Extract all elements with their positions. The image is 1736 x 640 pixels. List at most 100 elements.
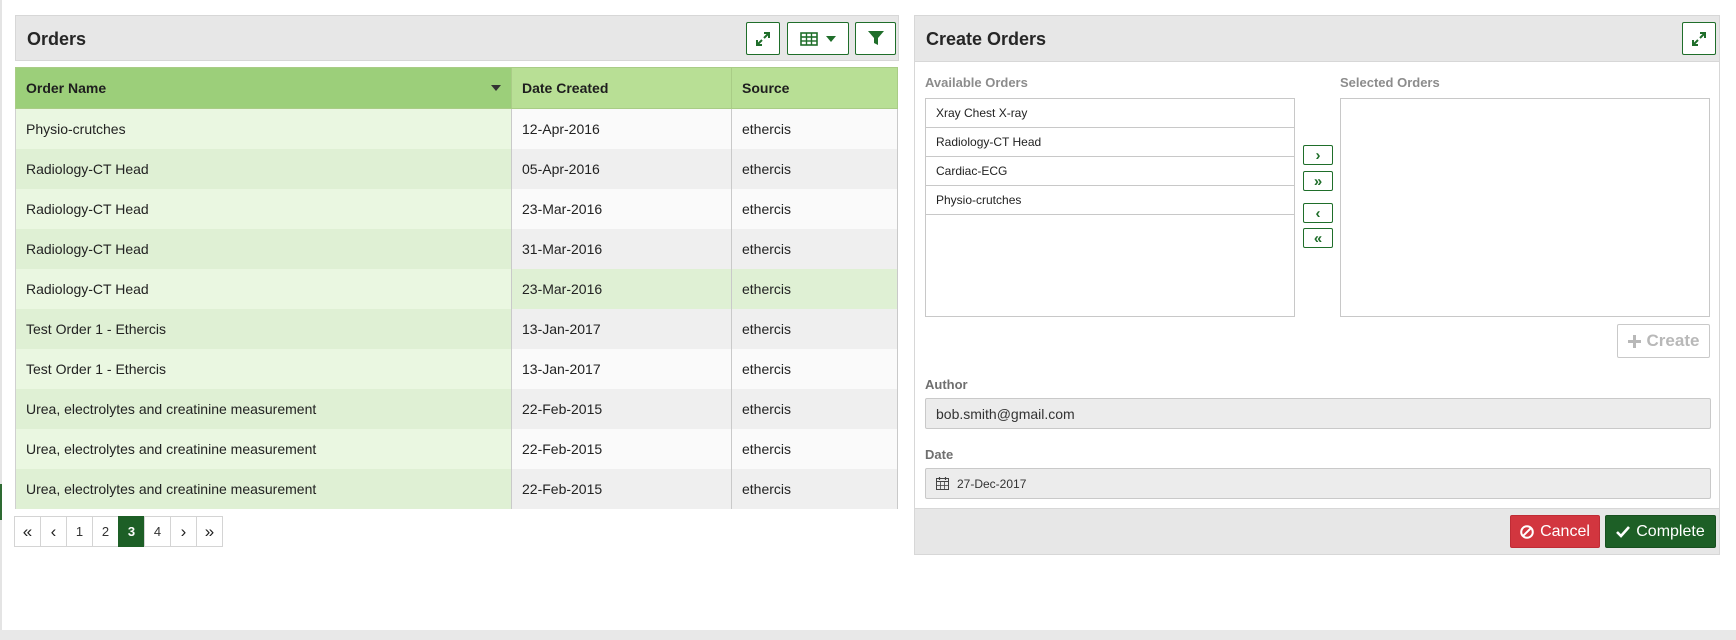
table-row[interactable]: Radiology-CT Head 23-Mar-2016 ethercis (15, 188, 898, 229)
order-name-cell: Urea, electrolytes and creatinine measur… (15, 388, 512, 429)
available-orders-list[interactable]: Xray Chest X-ray Radiology-CT Head Cardi… (925, 98, 1295, 317)
expand-button[interactable] (1682, 22, 1716, 55)
move-one-right-button[interactable]: › (1303, 145, 1333, 165)
date-created-cell: 12-Apr-2016 (511, 108, 732, 149)
bottom-scrollbar-track (0, 630, 1736, 640)
selected-orders-list[interactable] (1340, 98, 1710, 317)
list-item[interactable]: Radiology-CT Head (926, 128, 1294, 157)
expand-icon (756, 31, 770, 46)
table-row[interactable]: Test Order 1 - Ethercis 13-Jan-2017 ethe… (15, 348, 898, 389)
date-created-cell: 22-Feb-2015 (511, 388, 732, 429)
table-row[interactable]: Radiology-CT Head 31-Mar-2016 ethercis (15, 228, 898, 269)
move-all-right-button[interactable]: » (1303, 171, 1333, 191)
date-created-cell: 13-Jan-2017 (511, 308, 732, 349)
list-item[interactable]: Xray Chest X-ray (926, 99, 1294, 128)
source-cell: ethercis (731, 428, 898, 469)
cancel-button-label: Cancel (1540, 522, 1590, 540)
author-value: bob.smith@gmail.com (936, 405, 1075, 422)
page-4-button[interactable]: 4 (144, 516, 171, 547)
date-value: 27-Dec-2017 (957, 476, 1027, 491)
create-button[interactable]: Create (1617, 324, 1710, 358)
order-name-cell: Physio-crutches (15, 108, 512, 149)
create-orders-title: Create Orders (926, 29, 1047, 49)
page-last-button[interactable]: » (196, 516, 223, 547)
source-cell: ethercis (731, 468, 898, 509)
sort-desc-icon (491, 85, 501, 91)
order-name-cell: Test Order 1 - Ethercis (15, 308, 512, 349)
create-button-label: Create (1646, 331, 1700, 350)
source-cell: ethercis (731, 388, 898, 429)
table-row[interactable]: Radiology-CT Head 23-Mar-2016 ethercis (15, 268, 898, 309)
page-prev-button[interactable]: ‹ (40, 516, 67, 547)
order-name-cell: Radiology-CT Head (15, 268, 512, 309)
source-cell: ethercis (731, 308, 898, 349)
table-row[interactable]: Radiology-CT Head 05-Apr-2016 ethercis (15, 148, 898, 189)
order-name-cell: Radiology-CT Head (15, 148, 512, 189)
order-name-cell: Test Order 1 - Ethercis (15, 348, 512, 389)
author-label: Author (925, 377, 968, 392)
table-row[interactable]: Urea, electrolytes and creatinine measur… (15, 388, 898, 429)
page-2-button[interactable]: 2 (92, 516, 119, 547)
column-header-label: Date Created (522, 80, 609, 96)
column-header-date-created[interactable]: Date Created (511, 67, 732, 109)
pagination: « ‹ 1 2 3 4 › » (14, 516, 223, 547)
source-cell: ethercis (731, 188, 898, 229)
source-cell: ethercis (731, 108, 898, 149)
date-created-cell: 22-Feb-2015 (511, 468, 732, 509)
complete-button[interactable]: Complete (1605, 515, 1716, 548)
plus-icon (1627, 334, 1641, 348)
page-first-button[interactable]: « (14, 516, 41, 547)
source-cell: ethercis (731, 148, 898, 189)
table-row[interactable]: Test Order 1 - Ethercis 13-Jan-2017 ethe… (15, 308, 898, 349)
complete-button-label: Complete (1636, 522, 1705, 540)
list-item[interactable]: Cardiac-ECG (926, 157, 1294, 186)
selected-orders-label: Selected Orders (1340, 75, 1440, 90)
page-3-button[interactable]: 3 (118, 516, 145, 547)
check-icon (1616, 525, 1631, 538)
orders-panel-header: Orders (15, 15, 899, 61)
date-field[interactable]: 27-Dec-2017 (925, 468, 1711, 499)
list-item[interactable]: Physio-crutches (926, 186, 1294, 215)
order-name-cell: Urea, electrolytes and creatinine measur… (15, 428, 512, 469)
source-cell: ethercis (731, 268, 898, 309)
date-created-cell: 23-Mar-2016 (511, 268, 732, 309)
column-header-order-name[interactable]: Order Name (15, 67, 512, 109)
column-header-label: Source (742, 80, 790, 96)
date-created-cell: 31-Mar-2016 (511, 228, 732, 269)
filter-icon (867, 31, 884, 45)
expand-button[interactable] (746, 22, 780, 55)
orders-panel: Orders Order Name Date Created Source Ph… (15, 15, 899, 509)
expand-icon (1692, 31, 1706, 46)
ban-icon (1520, 524, 1534, 539)
create-orders-footer: Cancel Complete (915, 508, 1719, 554)
column-header-source[interactable]: Source (731, 67, 898, 109)
table-row[interactable]: Urea, electrolytes and creatinine measur… (15, 468, 898, 509)
move-one-left-button[interactable]: ‹ (1303, 203, 1333, 223)
left-edge-marker (0, 484, 2, 520)
date-created-cell: 22-Feb-2015 (511, 428, 732, 469)
available-orders-label: Available Orders (925, 75, 1028, 90)
calendar-icon (936, 477, 949, 490)
author-field[interactable]: bob.smith@gmail.com (925, 398, 1711, 429)
orders-table: Order Name Date Created Source Physio-cr… (15, 67, 898, 509)
date-created-cell: 05-Apr-2016 (511, 148, 732, 189)
cancel-button[interactable]: Cancel (1510, 515, 1600, 548)
date-created-cell: 13-Jan-2017 (511, 348, 732, 389)
create-orders-panel: Create Orders Available Orders Selected … (914, 15, 1720, 555)
page-1-button[interactable]: 1 (66, 516, 93, 547)
table-row[interactable]: Physio-crutches 12-Apr-2016 ethercis (15, 108, 898, 149)
orders-panel-title: Orders (27, 29, 87, 49)
caret-down-icon (826, 35, 836, 42)
filter-button[interactable] (855, 22, 896, 55)
table-row[interactable]: Urea, electrolytes and creatinine measur… (15, 428, 898, 469)
page-next-button[interactable]: › (170, 516, 197, 547)
order-name-cell: Radiology-CT Head (15, 188, 512, 229)
create-orders-header: Create Orders (915, 16, 1719, 62)
source-cell: ethercis (731, 348, 898, 389)
column-toggle-button[interactable] (787, 22, 849, 55)
window-left-edge (0, 0, 2, 630)
move-all-left-button[interactable]: « (1303, 228, 1333, 248)
date-created-cell: 23-Mar-2016 (511, 188, 732, 229)
orders-table-header-row: Order Name Date Created Source (15, 67, 898, 109)
order-name-cell: Urea, electrolytes and creatinine measur… (15, 468, 512, 509)
